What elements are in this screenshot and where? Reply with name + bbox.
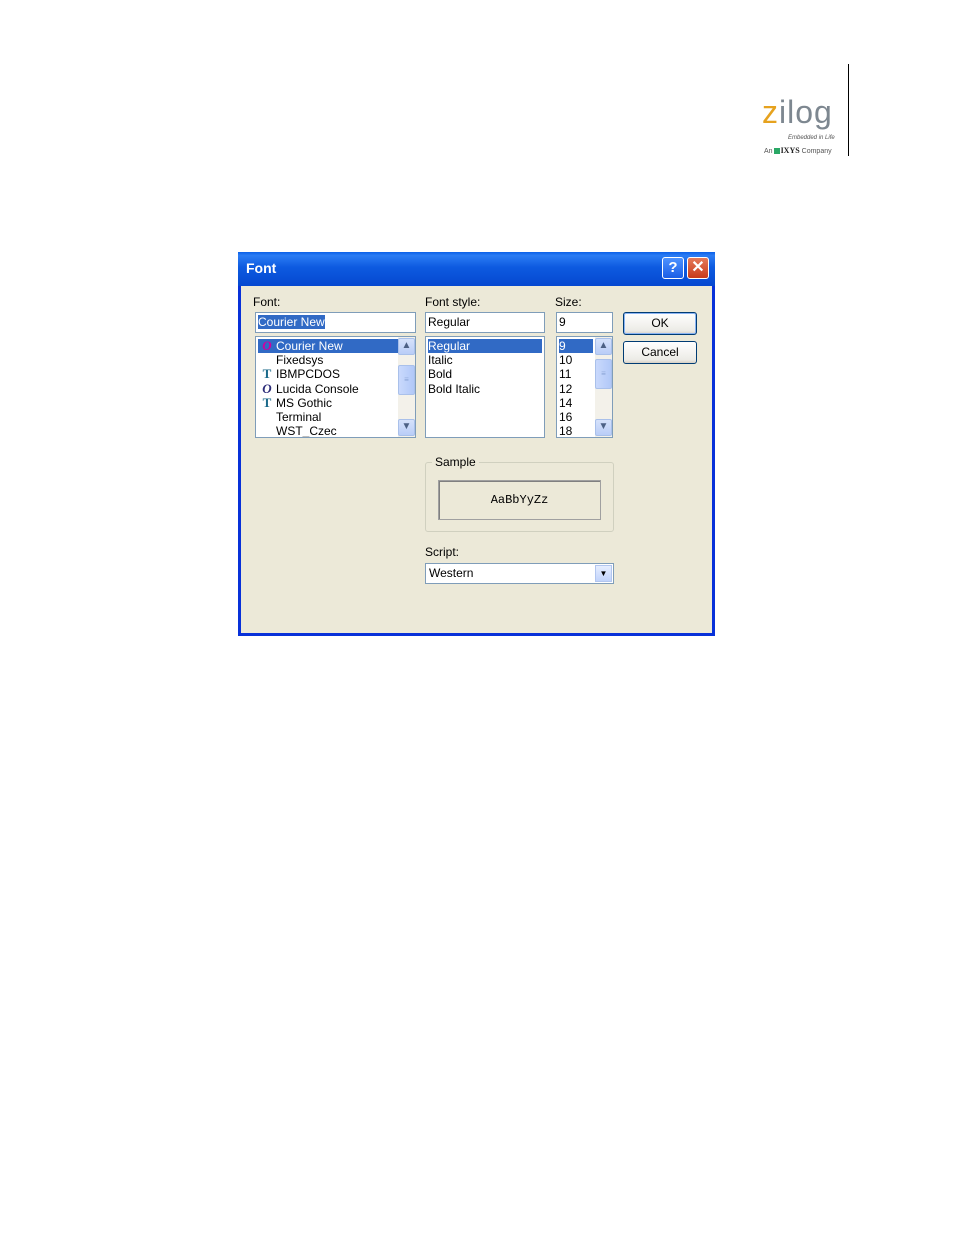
size-item[interactable]: 18	[559, 424, 593, 437]
script-label: Script:	[425, 545, 460, 559]
font-style-item[interactable]: Bold Italic	[428, 382, 542, 396]
font-list-item-label: Terminal	[276, 410, 322, 424]
font-list-item-label: WST_Czec	[276, 424, 337, 438]
logo-company: An IXYS Company	[764, 146, 832, 155]
logo-tagline: Embedded in Life	[788, 135, 835, 141]
title-bar[interactable]: Font ? ✕	[238, 252, 715, 286]
size-item[interactable]: 16	[559, 410, 593, 424]
logo-wordmark: zilog	[762, 94, 833, 130]
size-item[interactable]: 10	[559, 353, 593, 367]
header-rule	[848, 64, 849, 156]
font-list-item[interactable]: O Lucida Console	[258, 380, 398, 396]
font-label: Font:	[253, 295, 281, 309]
scroll-thumb[interactable]: ≡	[595, 359, 612, 389]
script-select[interactable]: Western ▼	[425, 563, 614, 584]
font-list-item-label: Courier New	[276, 339, 343, 353]
sample-group: Sample AaBbYyZz	[425, 455, 614, 532]
size-item[interactable]: 9	[559, 339, 593, 353]
script-value: Western	[429, 566, 474, 580]
sample-preview: AaBbYyZz	[438, 480, 601, 520]
scroll-down-icon[interactable]: ▼	[595, 419, 612, 436]
font-list-item-label: Fixedsys	[276, 353, 324, 368]
cancel-button[interactable]: Cancel	[623, 341, 697, 364]
font-list-item[interactable]: WST_Czec	[258, 424, 398, 438]
font-list-item-label: IBMPCDOS	[276, 367, 341, 382]
chevron-down-icon[interactable]: ▼	[595, 565, 612, 582]
ixys-square-icon	[773, 148, 780, 155]
font-style-list[interactable]: Regular Italic Bold Bold Italic	[425, 336, 545, 438]
font-style-item[interactable]: Bold	[428, 367, 542, 381]
scroll-thumb[interactable]: ≡	[398, 365, 415, 395]
font-list-item[interactable]: O Courier New	[258, 339, 398, 353]
dialog-title: Font	[246, 260, 277, 276]
font-name-list[interactable]: O Courier New Fixedsys T IBMPCDOS O Lucida Con…	[255, 336, 416, 438]
opentype-font-icon: O	[262, 338, 272, 353]
font-list-scrollbar[interactable]: ▲ ≡ ▼	[398, 337, 415, 437]
font-style-label: Font style:	[425, 295, 481, 309]
size-item[interactable]: 14	[559, 396, 593, 410]
font-list-item-label: MS Gothic	[276, 395, 333, 410]
font-list-item-label: Lucida Console	[276, 381, 359, 396]
size-input[interactable]: 9	[556, 312, 613, 333]
scroll-up-icon[interactable]: ▲	[595, 338, 612, 355]
size-label: Size:	[555, 295, 582, 309]
font-list-item[interactable]: T MS Gothic	[258, 394, 398, 410]
size-item[interactable]: 12	[559, 382, 593, 396]
close-button[interactable]: ✕	[687, 257, 709, 279]
font-name-value: Courier New	[258, 315, 325, 329]
ok-button[interactable]: OK	[623, 312, 697, 335]
sample-label: Sample	[432, 455, 479, 469]
scroll-down-icon[interactable]: ▼	[398, 419, 415, 436]
truetype-font-icon: T	[262, 394, 272, 410]
scroll-up-icon[interactable]: ▲	[398, 338, 415, 355]
truetype-font-icon: T	[262, 366, 272, 382]
font-name-input[interactable]: Courier New	[255, 312, 416, 333]
font-list-item[interactable]: Terminal	[258, 410, 398, 424]
opentype-font-icon: O	[262, 380, 272, 396]
font-dialog: Font ? ✕ Font: Courier New O Courier New F…	[238, 252, 715, 636]
font-style-item[interactable]: Italic	[428, 353, 542, 367]
help-button[interactable]: ?	[662, 257, 684, 279]
size-list-scrollbar[interactable]: ▲ ≡ ▼	[595, 337, 612, 437]
size-list[interactable]: 9 10 11 12 14 16 18 ▲ ≡ ▼	[556, 336, 613, 438]
zilog-logo: zilog Embedded in Life An IXYS Company	[760, 96, 850, 160]
font-style-item[interactable]: Regular	[428, 339, 542, 353]
font-list-item[interactable]: T IBMPCDOS	[258, 366, 398, 382]
font-style-input[interactable]: Regular	[425, 312, 545, 333]
size-item[interactable]: 11	[559, 367, 593, 381]
font-list-item[interactable]: Fixedsys	[258, 353, 398, 367]
